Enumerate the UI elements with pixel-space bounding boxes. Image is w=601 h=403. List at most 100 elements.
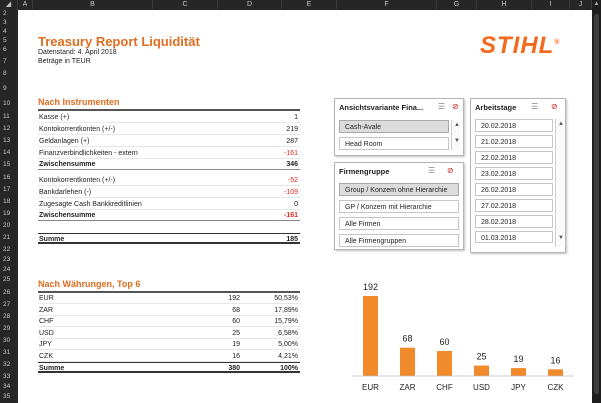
row-header[interactable]: 5: [0, 37, 18, 45]
slicer-scrollbar[interactable]: ▲ ▼: [555, 119, 564, 247]
vertical-scrollbar[interactable]: ▲: [592, 0, 601, 403]
worksheet[interactable]: Treasury Report Liquidität Datenstand: 4…: [18, 10, 592, 403]
row-value: 0: [294, 201, 298, 208]
table-row: USD 25 6,58%: [38, 328, 300, 339]
multi-select-icon[interactable]: ☰: [531, 102, 538, 111]
row-header[interactable]: 24: [0, 266, 18, 274]
clear-filter-icon[interactable]: ⊘: [447, 166, 454, 175]
slicer-item-date[interactable]: 21.02.2018: [475, 135, 553, 148]
row-header[interactable]: 27: [0, 301, 18, 309]
slicer-firmengruppe[interactable]: Firmengruppe ☰ ⊘ Group / Konzem ohne Hie…: [334, 162, 464, 250]
row-header[interactable]: 4: [0, 28, 18, 36]
slicer-item-date[interactable]: 26.02.2018: [475, 183, 553, 196]
scroll-up-arrow-icon[interactable]: ▲: [593, 1, 600, 8]
row-label: Finanzverbindlichkeiten - extern: [39, 150, 138, 157]
column-header-d[interactable]: D: [218, 0, 282, 10]
row-header[interactable]: 30: [0, 337, 18, 345]
row-header[interactable]: 6: [0, 46, 18, 54]
row-header[interactable]: 8: [0, 70, 18, 78]
row-label: Kasse (+): [39, 114, 70, 121]
row-header[interactable]: 23: [0, 256, 18, 264]
category-tick-label: USD: [473, 383, 490, 392]
multi-select-icon[interactable]: ☰: [438, 102, 445, 111]
multi-select-icon[interactable]: ☰: [428, 166, 435, 175]
bar-chf: [437, 351, 452, 376]
row-header[interactable]: 22: [0, 246, 18, 254]
row-header[interactable]: 29: [0, 325, 18, 333]
row-header[interactable]: 34: [0, 383, 18, 391]
bar-value-label: 60: [439, 337, 449, 347]
scroll-down-icon[interactable]: ▼: [557, 235, 565, 241]
scroll-thumb[interactable]: [594, 14, 599, 394]
column-header-c[interactable]: C: [153, 0, 218, 10]
bar-jpy: [511, 368, 526, 376]
column-header-h[interactable]: H: [477, 0, 532, 10]
row-header[interactable]: 21: [0, 234, 18, 242]
section-title-instrumente: Nach Instrumenten: [38, 97, 120, 107]
row-header[interactable]: 9: [0, 85, 18, 93]
bar-zar: [400, 347, 415, 376]
currency-value: 19: [232, 341, 240, 348]
row-header[interactable]: 7: [0, 58, 18, 66]
column-header-a[interactable]: A: [18, 0, 33, 10]
slicer-item-alle-firmen[interactable]: Alle Firmen: [339, 217, 459, 230]
row-header[interactable]: 32: [0, 361, 18, 369]
column-header-f[interactable]: F: [337, 0, 437, 10]
table-row: Summe 185: [38, 233, 300, 244]
row-header[interactable]: 20: [0, 222, 18, 230]
table-row: Kontokorrentkonten (+/-) 219: [38, 124, 300, 135]
scroll-up-icon[interactable]: ▲: [557, 121, 565, 127]
column-header-g[interactable]: G: [437, 0, 477, 10]
slicer-arbeitstage[interactable]: Arbeitstage ☰ ⊘ ▲ ▼ 20.02.2018 21.02.2018 2…: [470, 98, 566, 253]
row-header[interactable]: 13: [0, 137, 18, 145]
column-header-b[interactable]: B: [33, 0, 153, 10]
slicer-title: Arbeitstage: [475, 103, 517, 112]
clear-filter-icon[interactable]: ⊘: [551, 102, 558, 111]
row-header[interactable]: 31: [0, 349, 18, 357]
row-header[interactable]: 14: [0, 149, 18, 157]
row-header[interactable]: 3: [0, 19, 18, 27]
row-header[interactable]: 35: [0, 393, 18, 401]
slicer-item-gp-mit[interactable]: GP / Konzem mit Hierarchie: [339, 200, 459, 213]
row-header[interactable]: 19: [0, 210, 18, 218]
slicer-item-head-room[interactable]: Head Room: [339, 137, 449, 150]
row-header[interactable]: 26: [0, 289, 18, 297]
column-header-e[interactable]: E: [282, 0, 337, 10]
bar-value-label: 192: [363, 282, 378, 292]
slicer-ansichtsvariante[interactable]: Ansichtsvariante Fina... ☰ ⊘ Cash-Avale …: [334, 98, 464, 156]
slicer-item-cash-avale[interactable]: Cash-Avale: [339, 120, 449, 133]
row-header[interactable]: 10: [0, 100, 18, 108]
scroll-up-icon[interactable]: ▲: [453, 122, 461, 128]
row-header[interactable]: 2: [0, 10, 18, 18]
category-tick-label: EUR: [362, 383, 379, 392]
table-row: JPY 19 5,00%: [38, 339, 300, 350]
row-header[interactable]: 33: [0, 373, 18, 381]
row-header[interactable]: 28: [0, 313, 18, 321]
row-value: -52: [287, 177, 298, 184]
slicer-item-date[interactable]: 27.02.2018: [475, 199, 553, 212]
waehrungen-table: EUR 192 50,53% ZAR 68 17,89% CHF 60 15,79% USD 25 6…: [38, 293, 300, 383]
row-header[interactable]: 17: [0, 186, 18, 194]
scroll-down-icon[interactable]: ▼: [453, 138, 461, 144]
slicer-item-alle-firmengruppen[interactable]: Alle Firmengruppen: [339, 234, 459, 247]
slicer-scrollbar[interactable]: ▲ ▼: [451, 120, 460, 150]
select-all-corner[interactable]: ◢: [0, 0, 18, 10]
clear-filter-icon[interactable]: ⊘: [452, 102, 459, 111]
column-header-j[interactable]: J: [570, 0, 592, 10]
slicer-item-group-ohne[interactable]: Group / Konzem ohne Hierarchie: [339, 183, 459, 196]
row-header[interactable]: 18: [0, 198, 18, 206]
bar-value-label: 25: [476, 352, 486, 362]
column-header-i[interactable]: I: [532, 0, 570, 10]
slicer-item-date[interactable]: 01.03.2018: [475, 231, 553, 243]
currency-code: JPY: [39, 341, 52, 348]
row-header[interactable]: 25: [0, 276, 18, 284]
slicer-item-date[interactable]: 20.02.2018: [475, 119, 553, 132]
row-header[interactable]: 12: [0, 125, 18, 133]
slicer-item-date[interactable]: 23.02.2018: [475, 167, 553, 180]
slicer-item-date[interactable]: 28.02.2018: [475, 215, 553, 228]
row-header[interactable]: 16: [0, 174, 18, 182]
slicer-item-date[interactable]: 22.02.2018: [475, 151, 553, 164]
row-header[interactable]: 11: [0, 113, 18, 121]
column-header-bar: ◢ A B C D E F G H I J: [0, 0, 592, 10]
row-header[interactable]: 15: [0, 161, 18, 169]
